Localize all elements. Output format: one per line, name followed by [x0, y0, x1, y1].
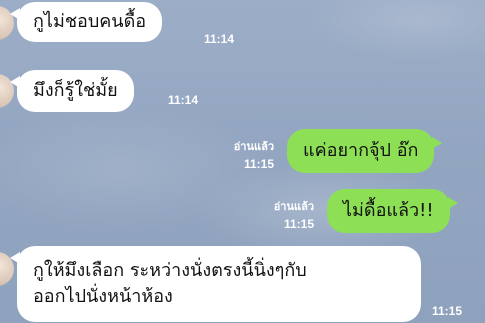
- message-time: 11:15: [283, 217, 314, 231]
- message-bubble-incoming[interactable]: มึงก็รู้ใช่มั้ย: [10, 70, 134, 112]
- message-text: แค่อยากจุ้ป อ๊ก: [303, 140, 419, 161]
- message-text-line: กูให้มึงเลือก ระหว่างนั่งตรงนี้นิ่งๆกับ: [33, 260, 307, 281]
- read-status: อ่านแล้ว: [233, 140, 274, 153]
- message-text-line: ออกไปนั่งหน้าห้อง: [33, 286, 173, 307]
- message-bubble-incoming[interactable]: กูไม่ชอบคนดื้อ: [9, 2, 163, 42]
- message-time: 11:14: [168, 93, 199, 107]
- message-time: 11:15: [243, 157, 274, 171]
- message-bubble-incoming[interactable]: กูให้มึงเลือก ระหว่างนั่งตรงนี้นิ่งๆกับ …: [10, 246, 421, 322]
- message-text: กูไม่ชอบคนดื้อ: [33, 11, 147, 32]
- read-status: อ่านแล้ว: [273, 200, 314, 213]
- message-time: 11:15: [432, 304, 463, 318]
- message-time: 11:14: [204, 32, 235, 46]
- read-receipt: อ่านแล้ว 11:15: [254, 197, 314, 231]
- message-text: มึงก็รู้ใช่มั้ย: [33, 80, 118, 101]
- read-receipt: อ่านแล้ว 11:15: [214, 137, 274, 171]
- message-bubble-outgoing[interactable]: ไม่ดื้อแล้ว!!: [327, 189, 458, 233]
- message-text: ไม่ดื้อแล้ว!!: [343, 200, 434, 221]
- message-bubble-outgoing[interactable]: แค่อยากจุ้ป อ๊ก: [287, 129, 443, 173]
